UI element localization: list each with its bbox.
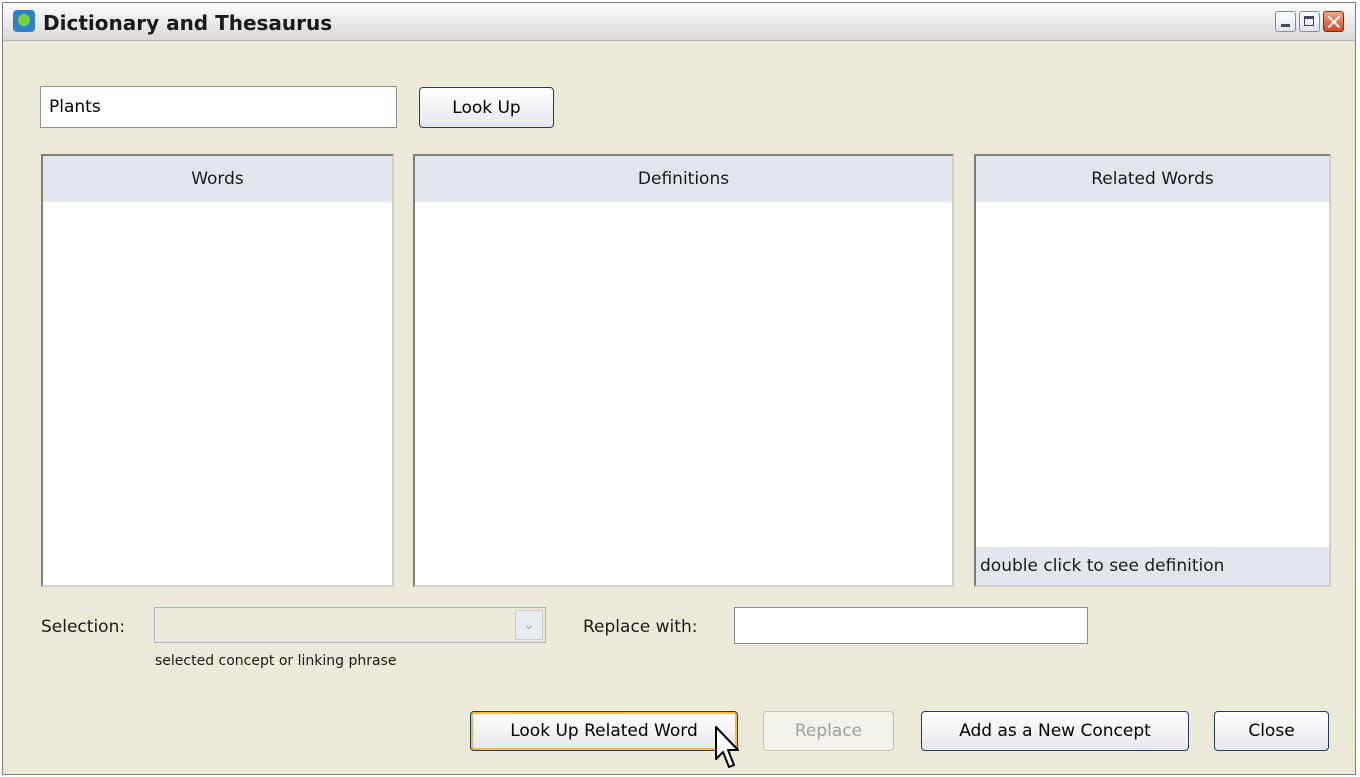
definitions-panel[interactable]: Definitions [413,154,954,587]
window-title: Dictionary and Thesaurus [43,11,333,35]
add-as-new-concept-button[interactable]: Add as a New Concept [921,711,1189,751]
search-input[interactable] [40,86,397,128]
dictionary-thesaurus-window: Dictionary and Thesaurus Look Up Words D… [2,2,1356,775]
related-words-header: Related Words [976,156,1329,202]
close-icon[interactable] [1323,11,1344,32]
look-up-related-word-button[interactable]: Look Up Related Word [470,711,738,751]
words-header: Words [43,156,392,202]
definitions-header: Definitions [415,156,952,202]
selection-helper-text: selected concept or linking phrase [155,653,397,669]
replace-with-label: Replace with: [583,617,698,637]
related-words-hint: double click to see definition [976,547,1329,585]
mouse-cursor-icon [715,726,739,768]
related-words-panel[interactable]: Related Words double click to see defini… [974,154,1331,587]
title-bar[interactable]: Dictionary and Thesaurus [3,3,1355,41]
replace-button[interactable]: Replace [763,711,894,751]
replace-with-input[interactable] [734,607,1088,644]
app-icon [13,10,35,32]
selection-dropdown[interactable]: ⌄ [154,607,546,643]
close-button[interactable]: Close [1214,711,1329,751]
selection-label: Selection: [41,617,126,637]
maximize-icon[interactable] [1299,11,1320,32]
minimize-icon[interactable] [1275,11,1296,32]
look-up-button[interactable]: Look Up [419,87,554,128]
chevron-down-icon[interactable]: ⌄ [515,610,543,640]
words-panel[interactable]: Words [41,154,394,587]
